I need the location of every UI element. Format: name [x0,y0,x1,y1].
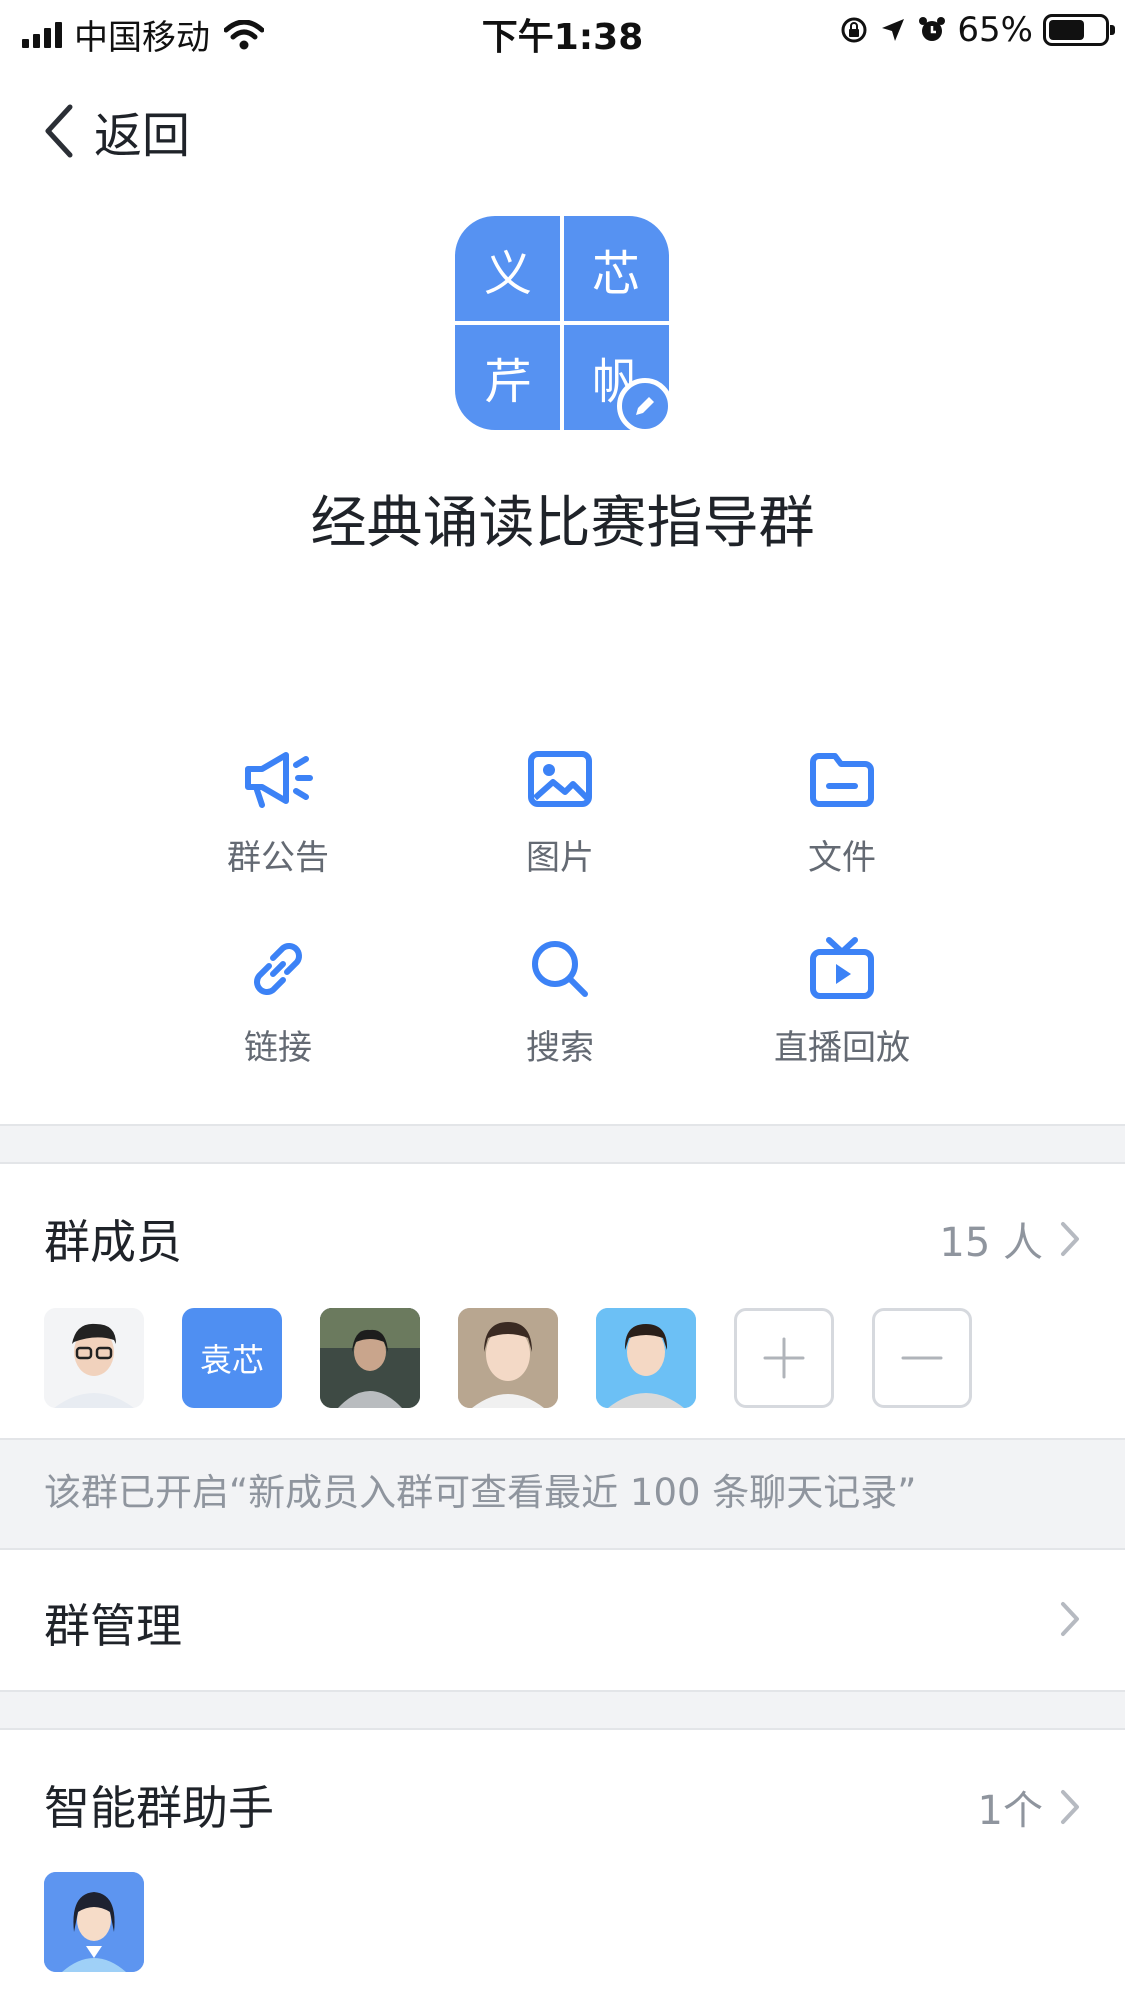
group-name[interactable]: 经典诵读比赛指导群 [0,478,1125,559]
link-icon [254,943,302,995]
search-icon [532,941,588,997]
divider [0,1162,1125,1164]
history-notice-text: 该群已开启“新成员入群可查看最近 100 条聊天记录” [44,1471,917,1514]
edit-avatar-button[interactable] [617,378,673,434]
plus-icon [763,1337,805,1379]
megaphone-icon [245,752,313,808]
feature-label: 文件 [808,838,876,878]
member-avatar[interactable] [320,1308,420,1408]
member-avatar[interactable] [596,1308,696,1408]
member-avatar[interactable] [44,1308,144,1408]
person-avatar-icon [320,1308,420,1408]
person-avatar-icon [44,1308,144,1408]
members-count: 15 人 [939,1220,1043,1266]
feature-links[interactable]: 链接 [168,934,388,1069]
assistant-avatar[interactable] [44,1872,144,1972]
feature-live-replay[interactable]: 直播回放 [732,934,952,1069]
battery-percent: 65% [957,10,1033,50]
rotation-lock-icon [841,17,867,43]
chevron-right-icon [1061,1222,1079,1256]
feature-label: 群公告 [227,838,329,878]
pencil-icon [636,397,654,415]
group-management-row[interactable]: 群管理 [0,1550,1125,1690]
add-member-button[interactable] [734,1308,834,1408]
section-gap [0,1692,1125,1728]
feature-label: 直播回放 [774,1028,910,1068]
member-avatar[interactable] [458,1308,558,1408]
feature-search[interactable]: 搜索 [450,934,670,1069]
feature-announcement[interactable]: 群公告 [168,744,388,879]
members-title: 群成员 [44,1215,182,1269]
person-avatar-icon [596,1308,696,1408]
group-management-arrow [1059,1600,1081,1638]
person-avatar-icon [458,1308,558,1408]
minus-icon [901,1356,943,1360]
chevron-left-icon [45,104,73,158]
back-label: 返回 [94,108,191,164]
back-button[interactable]: 返回 [44,96,190,166]
feature-label: 图片 [526,838,594,878]
chevron-right-icon [1061,1790,1079,1824]
avatar-divider-horizontal [455,321,669,325]
members-count-link[interactable]: 15 人 [939,1210,1081,1268]
assistant-count-link[interactable]: 1个 [978,1778,1081,1836]
avatar-char-2: 芯 [591,246,640,302]
battery-fill [1049,20,1085,40]
feature-files[interactable]: 文件 [732,744,952,879]
status-right: 65% [839,10,1115,50]
avatar-char-3: 芹 [483,354,532,410]
image-icon [528,751,592,807]
alarm-icon [919,17,946,41]
status-bar: 中国移动 下午1:38 65% [0,0,1125,64]
divider [0,1728,1125,1730]
history-notice: 该群已开启“新成员入群可查看最近 100 条聊天记录” [0,1440,1125,1550]
tv-replay-icon [810,937,874,999]
chevron-right-icon [1061,1602,1079,1636]
group-management-title: 群管理 [44,1599,182,1653]
assistant-bot-icon [44,1872,144,1972]
feature-images[interactable]: 图片 [450,744,670,879]
location-icon [882,19,905,41]
member-avatar[interactable]: 袁芯 [182,1308,282,1408]
assistant-count: 1个 [977,1788,1043,1834]
avatar-char-1: 义 [483,246,532,302]
section-gap [0,1126,1125,1162]
battery-icon [1043,14,1115,46]
remove-member-button[interactable] [872,1308,972,1408]
folder-icon [810,753,874,807]
feature-label: 搜索 [526,1028,594,1068]
assistant-title: 智能群助手 [44,1781,274,1835]
feature-label: 链接 [244,1028,312,1068]
